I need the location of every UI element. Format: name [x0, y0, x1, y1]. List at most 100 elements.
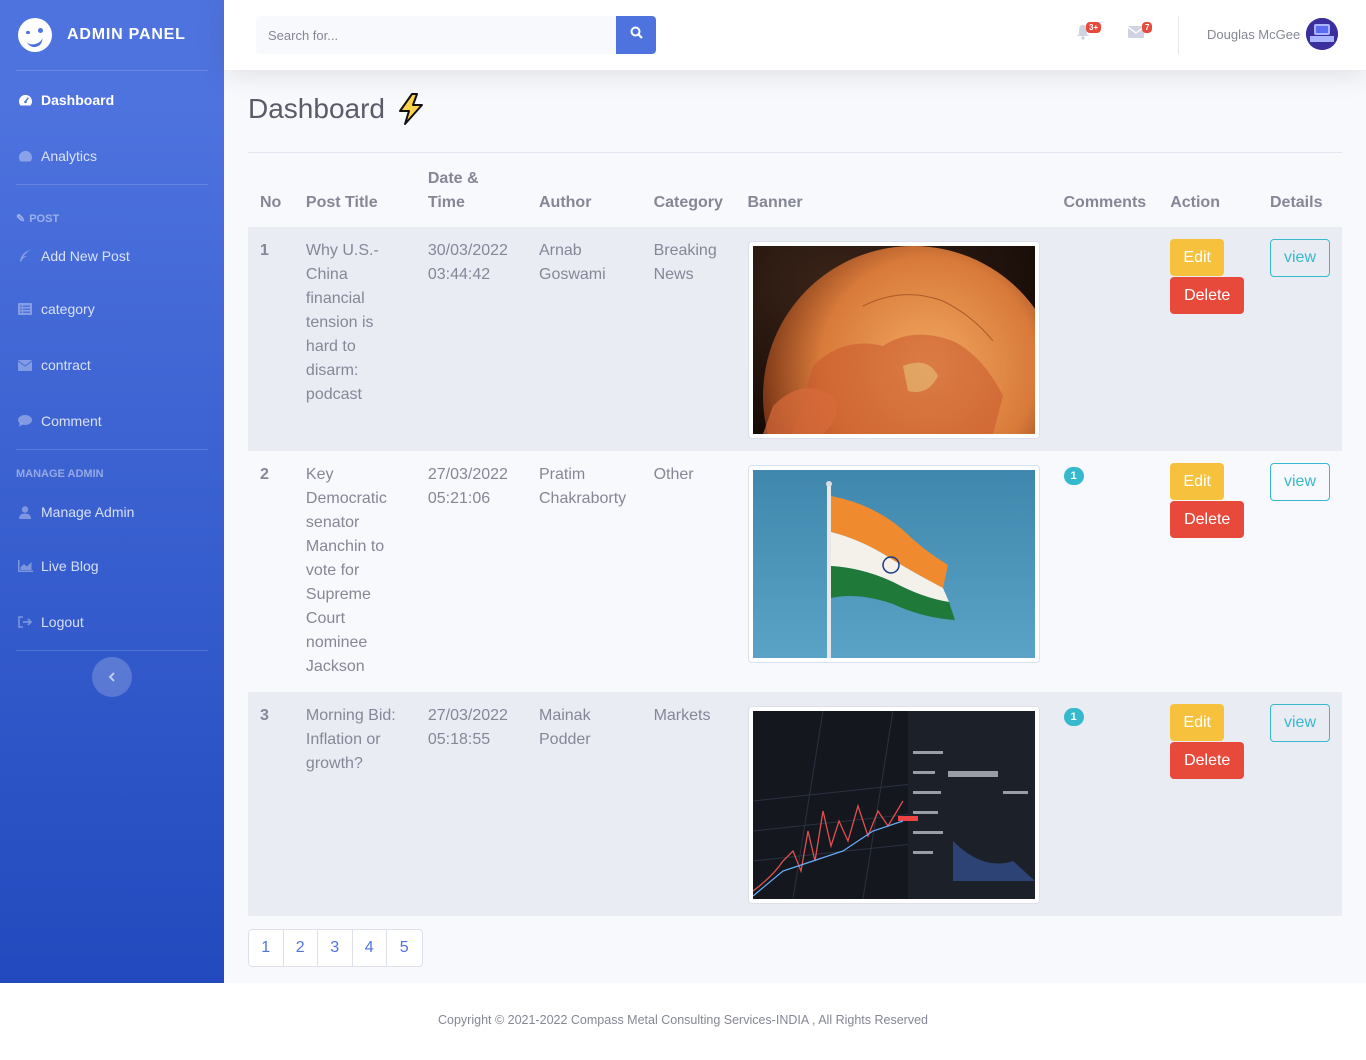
sidebar-item-add-new-post[interactable]: Add New Post [0, 231, 224, 281]
topbar-divider [1178, 16, 1179, 54]
chevron-left-icon [108, 669, 116, 685]
footer: Copyright © 2021-2022 Compass Metal Cons… [0, 983, 1366, 1060]
row-date: 27/03/2022 05:21:06 [415, 451, 527, 692]
banner-image-globe [747, 241, 1040, 439]
edit-button[interactable]: Edit [1170, 463, 1225, 500]
dashboard-icon [17, 93, 33, 107]
row-details: view [1258, 692, 1342, 916]
column-header-date: Date & Time [427, 170, 479, 211]
sidebar-divider [16, 70, 208, 71]
row-date: 30/03/2022 03:44:42 [415, 227, 527, 451]
comment-icon [17, 414, 33, 428]
search-input[interactable] [256, 16, 616, 54]
search-icon [630, 26, 643, 44]
row-details: view [1258, 451, 1342, 692]
analytics-icon [17, 149, 33, 163]
sidebar-item-label: Manage Admin [41, 504, 135, 520]
sidebar-item-contract[interactable]: contract [0, 337, 224, 393]
column-header-comments: Comments [1063, 194, 1147, 211]
row-actions: Edit Delete [1158, 692, 1258, 916]
page-link-3[interactable]: 3 [318, 930, 353, 966]
view-button[interactable]: view [1270, 239, 1330, 277]
view-button[interactable]: view [1270, 463, 1330, 501]
sidebar-item-analytics[interactable]: Analytics [0, 128, 224, 184]
copyright-text: Copyright © 2021-2022 Compass Metal Cons… [438, 1013, 928, 1027]
row-details: view [1258, 227, 1342, 451]
envelope-icon [17, 358, 33, 372]
row-no: 1 [248, 227, 294, 451]
banner-image-stock-chart [747, 706, 1040, 904]
sidebar-item-comment[interactable]: Comment [0, 393, 224, 449]
messages-badge: 7 [1142, 22, 1153, 33]
delete-button[interactable]: Delete [1170, 501, 1245, 538]
search-button[interactable] [616, 16, 656, 54]
column-header-banner: Banner [747, 194, 803, 211]
alerts-badge: 3+ [1086, 22, 1102, 33]
page-link-4[interactable]: 4 [353, 930, 387, 966]
sidebar-item-label: Add New Post [41, 248, 130, 264]
sidebar-brand[interactable]: ADMIN PANEL [0, 0, 224, 70]
column-header-author: Author [539, 194, 592, 211]
row-category: Markets [641, 692, 736, 916]
feather-icon [17, 249, 33, 263]
pagination: 1 2 3 4 5 [248, 929, 423, 967]
banner-image-flag [747, 465, 1040, 663]
lightning-icon [398, 93, 423, 125]
brand-name: ADMIN PANEL [67, 26, 186, 43]
row-title: Why U.S.-China financial tension is hard… [293, 227, 416, 451]
row-author: Mainak Podder [527, 692, 642, 916]
table-header-row: No Post Title Date & Time Author Categor… [248, 153, 1342, 227]
column-header-details: Details [1270, 194, 1323, 211]
messages-dropdown[interactable]: 7 [1127, 22, 1153, 44]
pencil-icon: ✎ [16, 213, 26, 225]
search-form [256, 16, 656, 54]
list-icon [17, 302, 33, 316]
sidebar-item-label: Dashboard [41, 92, 115, 108]
sidebar-item-category[interactable]: category [0, 281, 224, 337]
sidebar-item-logout[interactable]: Logout [0, 594, 224, 650]
user-icon [17, 505, 33, 519]
page-link-1[interactable]: 1 [249, 930, 284, 966]
sidebar-item-manage-admin[interactable]: Manage Admin [0, 486, 224, 538]
row-comments: 1 [1051, 692, 1159, 916]
sign-out-icon [17, 615, 33, 629]
sidebar-item-label: category [41, 301, 95, 317]
delete-button[interactable]: Delete [1170, 277, 1245, 314]
sidebar: ADMIN PANEL Dashboard Analytics ✎ POST Ad… [0, 0, 224, 983]
row-actions: Edit Delete [1158, 451, 1258, 692]
page-title: Dashboard [248, 92, 427, 126]
row-author: Arnab Goswami [527, 227, 642, 451]
sidebar-item-live-blog[interactable]: Live Blog [0, 538, 224, 594]
sidebar-heading-post: ✎ POST [16, 213, 60, 225]
user-name[interactable]: Douglas McGee [1207, 27, 1300, 42]
sidebar-heading-manage-admin: MANAGE ADMIN [16, 468, 104, 480]
page-link-2[interactable]: 2 [284, 930, 318, 966]
edit-button[interactable]: Edit [1170, 704, 1225, 741]
sidebar-item-dashboard[interactable]: Dashboard [0, 72, 224, 128]
sidebar-item-label: Analytics [41, 148, 98, 164]
sidebar-toggle-button[interactable] [92, 657, 132, 697]
row-no: 2 [248, 451, 294, 692]
row-date: 27/03/2022 05:18:55 [415, 692, 527, 916]
comments-badge: 1 [1063, 708, 1084, 726]
edit-button[interactable]: Edit [1170, 239, 1225, 276]
table-row: 1 Why U.S.-China financial tension is ha… [248, 227, 1342, 451]
delete-button[interactable]: Delete [1170, 742, 1245, 779]
row-category: Other [641, 451, 736, 692]
table-row: 3 Morning Bid: Inflation or growth? 27/0… [248, 692, 1342, 916]
sidebar-item-label: Logout [41, 614, 84, 630]
avatar[interactable] [1306, 18, 1338, 50]
page-link-5[interactable]: 5 [387, 930, 422, 966]
view-button[interactable]: view [1270, 704, 1330, 742]
sidebar-item-label: Comment [41, 413, 102, 429]
alerts-dropdown[interactable]: 3+ [1076, 22, 1102, 44]
column-header-no: No [260, 194, 282, 211]
row-comments: 1 [1051, 451, 1159, 692]
row-comments [1051, 227, 1159, 451]
column-header-title: Post Title [305, 194, 378, 211]
row-author: Pratim Chakraborty [527, 451, 642, 692]
sidebar-divider [16, 650, 208, 651]
chart-area-icon [17, 559, 33, 573]
topbar: 3+ 7 Douglas McGee [224, 0, 1366, 70]
comments-badge: 1 [1063, 467, 1084, 485]
